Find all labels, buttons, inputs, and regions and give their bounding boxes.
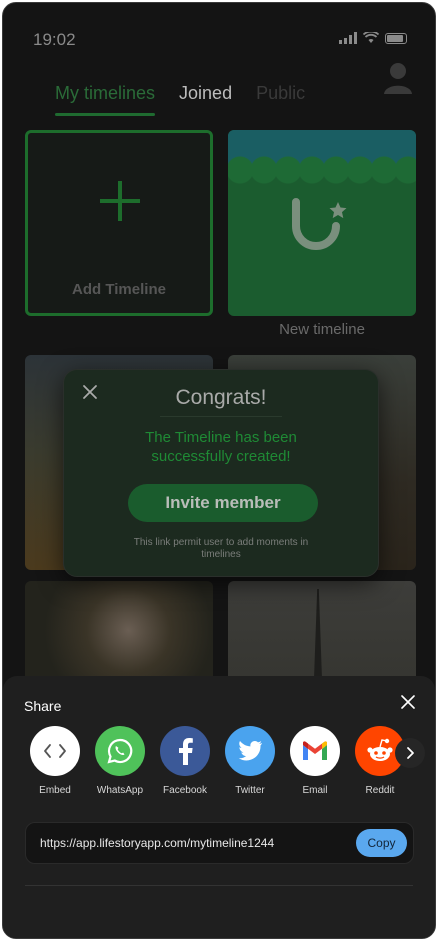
- tab-my-timelines[interactable]: My timelines: [55, 83, 156, 116]
- dialog-note: This link permit user to add moments in …: [133, 537, 309, 560]
- dialog-title: Congrats!: [175, 386, 267, 409]
- share-twitter[interactable]: Twitter: [220, 726, 280, 796]
- lifestory-logo-icon: [292, 198, 347, 250]
- scroll-right-button[interactable]: [395, 738, 425, 768]
- timeline-photo-tile[interactable]: [25, 581, 213, 691]
- plus-icon: [100, 181, 140, 221]
- share-label: Reddit: [365, 785, 395, 796]
- tab-public[interactable]: Public: [256, 83, 305, 110]
- share-link-field[interactable]: https://app.lifestoryapp.com/mytimeline1…: [25, 822, 414, 864]
- tab-joined[interactable]: Joined: [179, 83, 232, 110]
- share-label: Twitter: [235, 785, 265, 796]
- chevron-right-icon: [407, 747, 414, 759]
- share-link-text: https://app.lifestoryapp.com/mytimeline1…: [40, 836, 275, 850]
- dialog-message: The Timeline has been successfully creat…: [145, 429, 297, 465]
- timeline-photo-tile[interactable]: [228, 581, 416, 691]
- share-email[interactable]: Email: [285, 726, 345, 796]
- share-label: WhatsApp: [96, 785, 144, 796]
- app-screen: 19:02 My timelines Joined Public Add Tim…: [2, 2, 436, 939]
- invite-member-button[interactable]: Invite member: [128, 484, 318, 522]
- signal-icon: [339, 32, 357, 44]
- share-facebook[interactable]: Facebook: [155, 726, 215, 796]
- share-whatsapp[interactable]: WhatsApp: [90, 726, 150, 796]
- profile-icon[interactable]: [383, 61, 413, 95]
- share-embed[interactable]: Embed: [25, 726, 85, 796]
- add-timeline-tile[interactable]: Add Timeline: [25, 130, 213, 316]
- status-bar: 19:02: [3, 3, 435, 73]
- twitter-icon: [225, 726, 275, 776]
- facebook-icon: [160, 726, 210, 776]
- wifi-icon: [363, 32, 379, 43]
- embed-icon: [30, 726, 80, 776]
- battery-icon: [385, 32, 407, 44]
- whatsapp-icon: [95, 726, 145, 776]
- new-timeline-tile[interactable]: [228, 130, 416, 316]
- gmail-icon: [290, 726, 340, 776]
- tile-pattern: [228, 156, 416, 186]
- share-label: Email: [302, 785, 328, 796]
- timeline-tabs: My timelines Joined Public: [55, 83, 305, 116]
- dialog-divider: [160, 416, 282, 417]
- sheet-divider: [25, 885, 413, 886]
- share-sheet: Share Embed WhatsApp Facebook Twitter Em…: [3, 676, 435, 938]
- success-dialog: Congrats! The Timeline has been successf…: [63, 369, 379, 577]
- share-label: Facebook: [163, 785, 207, 796]
- status-time: 19:02: [33, 30, 76, 49]
- new-timeline-label: New timeline: [279, 321, 365, 338]
- add-timeline-label: Add Timeline: [72, 281, 166, 298]
- close-icon[interactable]: [401, 695, 415, 709]
- tower-silhouette: [314, 589, 322, 679]
- share-title: Share: [24, 698, 62, 714]
- status-icons: [339, 32, 407, 44]
- share-label: Embed: [39, 785, 71, 796]
- copy-button[interactable]: Copy: [356, 829, 407, 857]
